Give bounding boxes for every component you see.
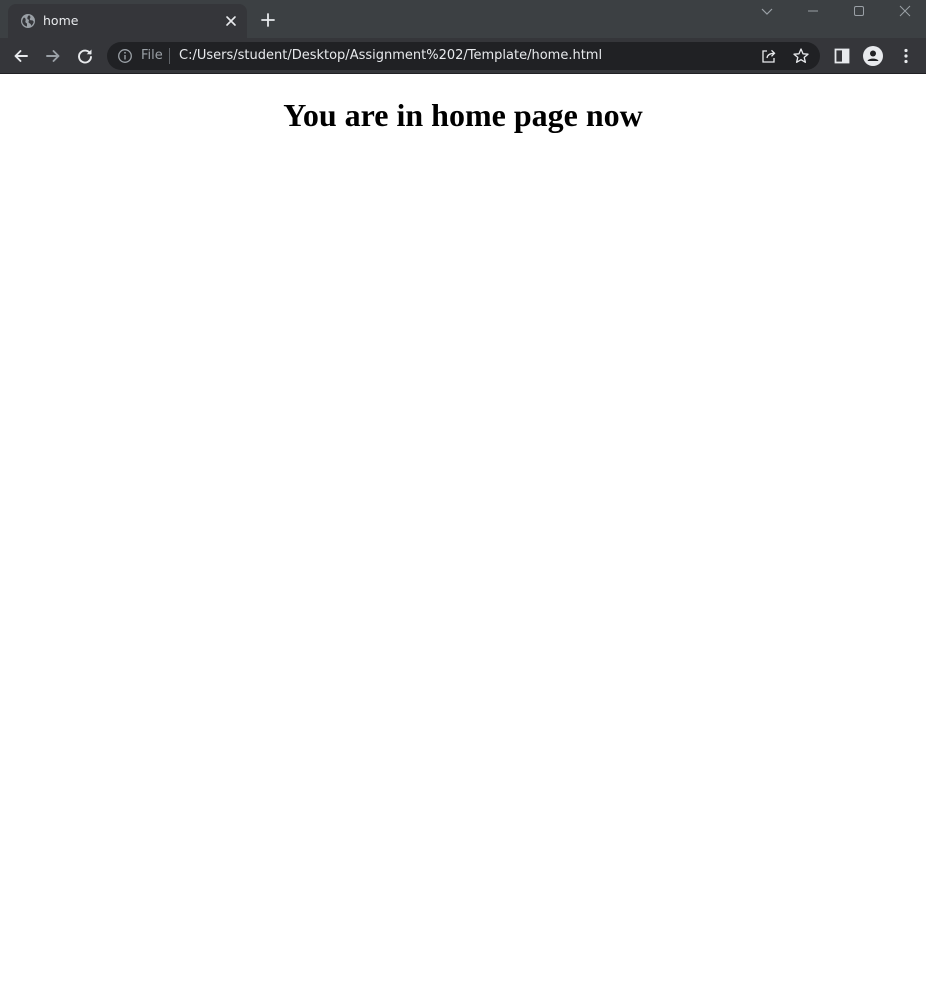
globe-icon [21,14,35,28]
toolbar: File C:/Users/student/Desktop/Assignment… [0,38,926,74]
tab-title: home [43,13,79,28]
forward-arrow-icon[interactable] [43,46,63,66]
close-icon[interactable] [223,13,239,29]
page-content: You are in home page now [0,75,926,989]
address-bar[interactable]: File C:/Users/student/Desktop/Assignment… [107,42,820,70]
divider [169,48,170,64]
url-text[interactable]: C:/Users/student/Desktop/Assignment%202/… [179,47,602,65]
more-menu-icon[interactable] [896,46,916,66]
minimize-icon[interactable] [803,1,823,21]
tab-strip: home [0,0,926,38]
tab-home[interactable]: home [8,4,247,38]
reload-icon[interactable] [75,46,95,66]
chevron-down-icon[interactable] [757,1,777,21]
window-close-icon[interactable] [895,1,915,21]
scheme-label: File [141,48,163,63]
avatar-icon [867,50,879,61]
maximize-icon[interactable] [849,1,869,21]
new-tab-button[interactable] [258,10,278,30]
browser-window: home File C:/Users/student/Desktop/Assig… [0,0,926,989]
profile-button[interactable] [863,46,883,66]
share-icon[interactable] [760,47,778,65]
side-panel-icon[interactable] [832,46,852,66]
info-icon[interactable] [117,48,133,64]
page-heading: You are in home page now [283,97,643,133]
star-icon[interactable] [792,47,810,65]
back-arrow-icon[interactable] [11,46,31,66]
